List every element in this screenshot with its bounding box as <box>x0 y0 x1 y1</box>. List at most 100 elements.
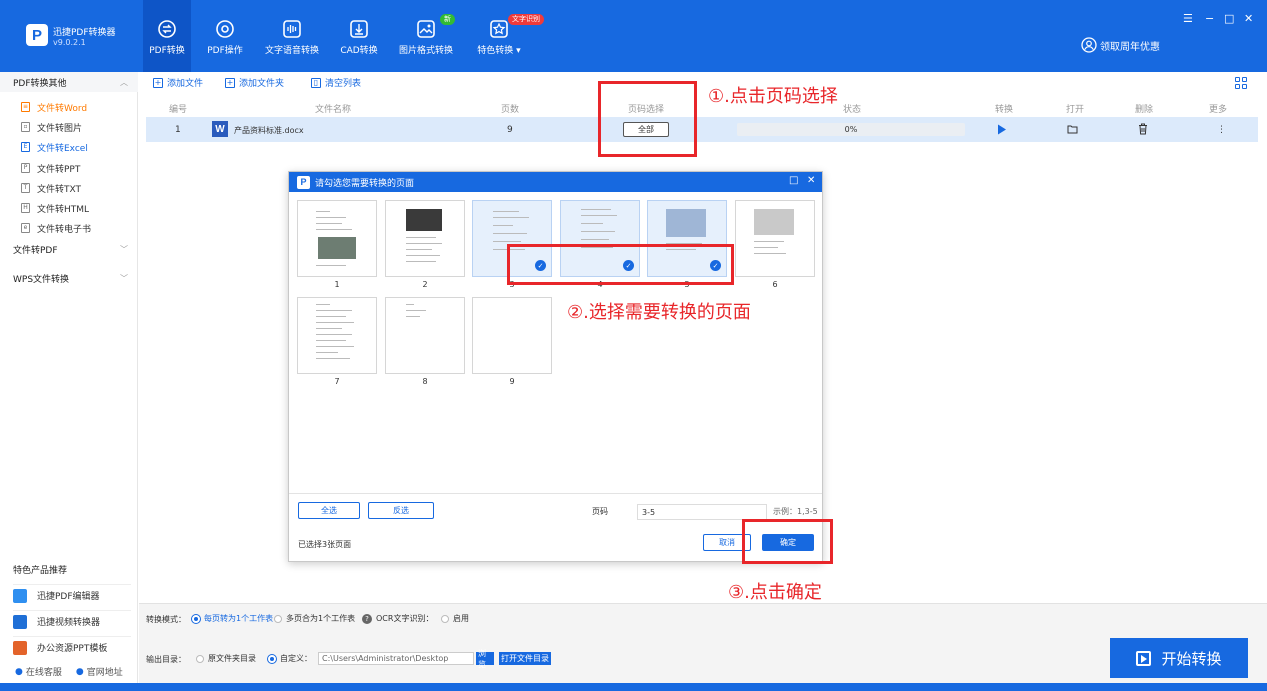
sidebar-group-to-pdf[interactable]: 文件转PDF ﹀ <box>0 239 138 259</box>
online-support-link[interactable]: ● 在线客服 <box>15 665 62 679</box>
annotation-step2: ②.选择需要转换的页面 <box>567 302 751 323</box>
html-file-icon: H <box>21 203 30 213</box>
featured-video-converter[interactable]: 迅捷视频转换器 <box>13 610 131 632</box>
help-icon[interactable]: ? <box>362 613 372 624</box>
ocr-enable-checkbox[interactable]: 启用 <box>441 613 469 624</box>
ppt-file-icon: P <box>21 163 30 173</box>
sidebar-group-pdf-other[interactable]: PDF转换其他 ︿ <box>0 72 138 92</box>
user-icon <box>1081 37 1097 53</box>
tab-pdf-convert[interactable]: PDF转换 <box>143 0 191 72</box>
page-thumb-1[interactable] <box>297 200 377 277</box>
mode-label: 转换模式： <box>146 615 186 624</box>
chevron-down-icon: ﹀ <box>120 245 128 254</box>
mode-option-merged[interactable]: 多页合为1个工作表 <box>274 613 355 624</box>
select-all-button[interactable]: 全选 <box>298 502 360 519</box>
close-button[interactable]: ✕ <box>1244 12 1253 25</box>
add-folder-button[interactable]: + 添加文件夹 <box>225 76 284 89</box>
sidebar-item-to-ppt[interactable]: P 文件转PPT <box>21 158 80 178</box>
add-file-button[interactable]: + 添加文件 <box>153 76 203 89</box>
dialog-logo: P <box>297 175 310 189</box>
support-icon: ● <box>15 666 23 677</box>
start-convert-button[interactable]: 开始转换 <box>1110 638 1248 678</box>
audio-icon <box>283 20 301 38</box>
output-option-custom[interactable]: 自定义： <box>268 653 312 664</box>
settings-icon <box>216 20 234 38</box>
page-number: 7 <box>334 377 340 386</box>
output-label: 输出目录： <box>146 655 186 664</box>
official-site-link[interactable]: ● 官网地址 <box>76 665 123 679</box>
sidebar-item-to-ebook[interactable]: e 文件转电子书 <box>21 218 91 238</box>
checkbox-icon <box>441 614 449 623</box>
page-range-input[interactable]: 3-5 <box>637 504 767 520</box>
clear-list-button[interactable]: ▯ 清空列表 <box>311 76 361 89</box>
play-icon[interactable] <box>997 124 1007 135</box>
page-number: 2 <box>422 280 428 289</box>
output-path-input[interactable]: C:\Users\Administrator\Desktop <box>318 652 474 665</box>
ocr-badge: 文字识别 <box>508 14 544 25</box>
play-icon <box>1136 650 1152 666</box>
tab-special-convert[interactable]: 特色转换 ▾ <box>472 0 526 72</box>
add-file-icon: + <box>153 77 163 88</box>
col-header-filename: 文件名称 <box>315 105 352 115</box>
sidebar-group-wps[interactable]: WPS文件转换 ﹀ <box>0 268 138 288</box>
maximize-icon[interactable]: □ <box>789 175 798 186</box>
word-file-icon: W <box>212 121 228 137</box>
bottom-border <box>0 683 1267 691</box>
col-header-convert: 转换 <box>995 105 1014 115</box>
page-thumb-6[interactable] <box>735 200 815 277</box>
tab-image-format[interactable]: 图片格式转换 <box>396 0 456 72</box>
featured-ppt-templates[interactable]: 办公资源PPT模板 <box>13 636 131 658</box>
group-label: WPS文件转换 <box>13 274 70 285</box>
row-filename: 产品资料标准.docx <box>234 126 304 135</box>
open-folder-button[interactable]: 打开文件目录 <box>499 652 551 665</box>
annotation-step3: ③.点击确定 <box>728 582 822 603</box>
mode1-label: 每页转为1个工作表 <box>204 614 274 623</box>
page-thumb-7[interactable] <box>297 297 377 374</box>
invert-selection-button[interactable]: 反选 <box>368 502 434 519</box>
support-label: 在线客服 <box>25 668 62 678</box>
video-converter-icon <box>13 614 27 629</box>
radio-checked-icon <box>192 614 200 623</box>
chevron-down-icon: ﹀ <box>120 274 128 283</box>
ppt-template-icon <box>13 640 27 655</box>
featured-label: 办公资源PPT模板 <box>37 644 108 654</box>
sidebar-item-to-excel[interactable]: E 文件转Excel <box>21 137 88 157</box>
menu-button[interactable]: ☰ <box>1183 12 1193 25</box>
more-menu-icon[interactable]: ⋮ <box>1217 125 1226 135</box>
progress-text: 0% <box>844 125 858 134</box>
minimize-button[interactable]: − <box>1205 12 1214 25</box>
page-number: 1 <box>334 280 340 289</box>
sidebar-item-to-word[interactable]: ≡ 文件转Word <box>21 97 87 117</box>
tab-label: PDF操作 <box>207 46 243 56</box>
sidebar-item-label: 文件转PPT <box>37 164 81 175</box>
folder-open-icon[interactable] <box>1067 124 1078 134</box>
page-thumb-8[interactable] <box>385 297 465 374</box>
mode-option-per-page[interactable]: 每页转为1个工作表 <box>192 613 273 624</box>
sidebar-item-to-image[interactable]: ▫ 文件转图片 <box>21 117 82 137</box>
tab-cad[interactable]: CAD转换 <box>336 0 382 72</box>
app-name: 迅捷PDF转换器 <box>53 28 116 38</box>
browse-button[interactable]: 浏览 <box>476 649 494 669</box>
page-thumb-2[interactable] <box>385 200 465 277</box>
featured-label: 迅捷PDF编辑器 <box>37 592 100 602</box>
page-image <box>754 209 794 235</box>
sidebar-item-to-txt[interactable]: T 文件转TXT <box>21 178 81 198</box>
maximize-button[interactable]: □ <box>1224 12 1234 25</box>
featured-pdf-editor[interactable]: 迅捷PDF编辑器 <box>13 584 131 606</box>
tab-pdf-operate[interactable]: PDF操作 <box>202 0 248 72</box>
table-row[interactable] <box>146 117 1258 142</box>
grid-view-icon[interactable] <box>1235 77 1247 89</box>
tab-label: 图片格式转换 <box>398 46 453 56</box>
close-icon[interactable]: ✕ <box>807 175 815 186</box>
annotation-step1: ①.点击页码选择 <box>708 86 838 107</box>
promo-link[interactable]: 领取周年优惠 <box>1081 37 1160 53</box>
page-thumb-9[interactable] <box>472 297 552 374</box>
output-option-source[interactable]: 原文件夹目录 <box>196 653 256 664</box>
page-image <box>318 237 356 259</box>
trash-icon[interactable] <box>1138 123 1148 135</box>
page-select-dialog: P 请勾选您需要转换的页面 □ ✕ ✓ ✓ ✓ 1 2 3 4 5 6 7 8 … <box>288 171 823 562</box>
col-header-more: 更多 <box>1209 105 1228 115</box>
sidebar-item-to-html[interactable]: H 文件转HTML <box>21 198 89 218</box>
tab-text-speech[interactable]: 文字语音转换 <box>262 0 322 72</box>
app-version: v9.0.2.1 <box>53 38 86 47</box>
